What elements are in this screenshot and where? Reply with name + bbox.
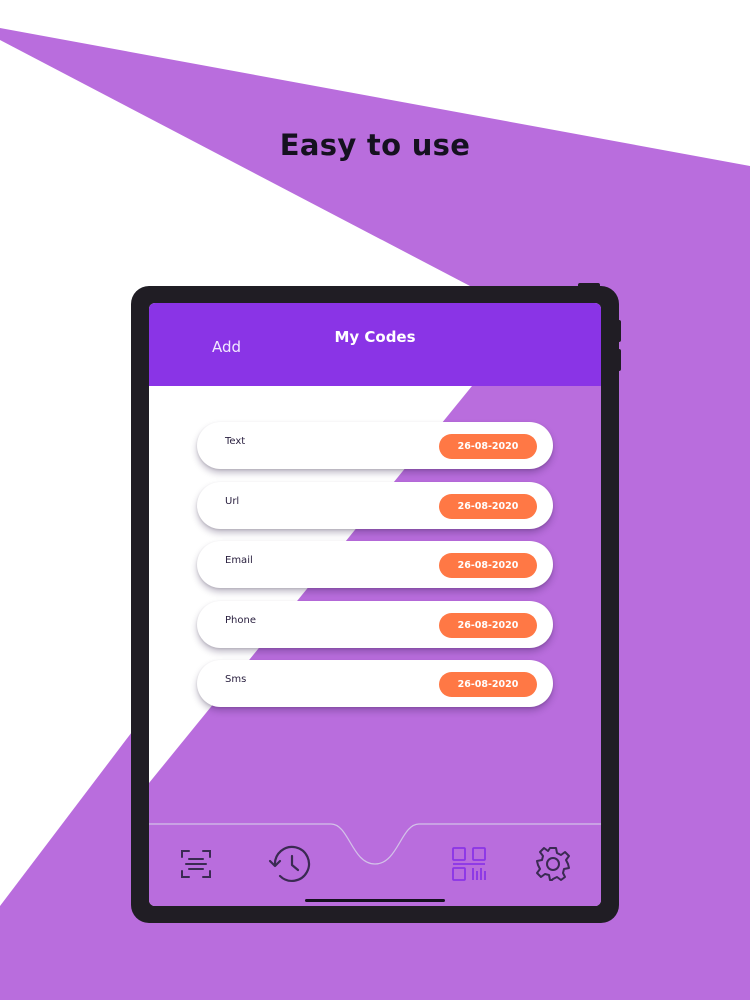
app-screen: Add My Codes Text 26-08-2020 Url 26-08-2… — [149, 303, 601, 906]
date-badge: 26-08-2020 — [439, 434, 537, 459]
home-indicator — [305, 899, 445, 902]
volume-down-button — [617, 349, 621, 371]
code-row-url[interactable]: Url 26-08-2020 — [197, 481, 553, 529]
code-row-phone[interactable]: Phone 26-08-2020 — [197, 600, 553, 648]
code-row-email[interactable]: Email 26-08-2020 — [197, 541, 553, 588]
codes-list: Text 26-08-2020 Url 26-08-2020 Email 26-… — [197, 422, 553, 720]
code-row-text[interactable]: Text 26-08-2020 — [197, 422, 553, 469]
history-icon — [268, 845, 311, 883]
scan-icon — [181, 850, 211, 878]
code-row-sms[interactable]: Sms 26-08-2020 — [197, 660, 553, 707]
date-badge: 26-08-2020 — [439, 672, 537, 697]
code-type-label: Phone — [225, 614, 256, 626]
date-badge: 26-08-2020 — [439, 493, 537, 519]
nav-bar: Add My Codes — [149, 303, 601, 386]
tab-settings[interactable] — [534, 845, 572, 883]
volume-up-button — [617, 320, 621, 342]
code-type-label: Url — [225, 495, 240, 507]
promo-headline: Easy to use — [279, 128, 471, 162]
settings-icon — [536, 847, 570, 881]
page-title: My Codes — [334, 328, 416, 346]
tab-scan[interactable] — [179, 847, 213, 881]
code-type-label: Text — [225, 436, 246, 447]
tab-history[interactable] — [267, 845, 313, 885]
date-badge: 26-08-2020 — [439, 612, 537, 638]
tab-bar — [149, 818, 601, 906]
date-badge: 26-08-2020 — [439, 553, 537, 578]
code-type-label: Email — [225, 555, 253, 566]
power-button — [578, 283, 600, 288]
code-type-label: Sms — [225, 674, 247, 685]
tab-my-codes[interactable] — [451, 846, 487, 882]
qr-code-icon — [452, 847, 486, 881]
